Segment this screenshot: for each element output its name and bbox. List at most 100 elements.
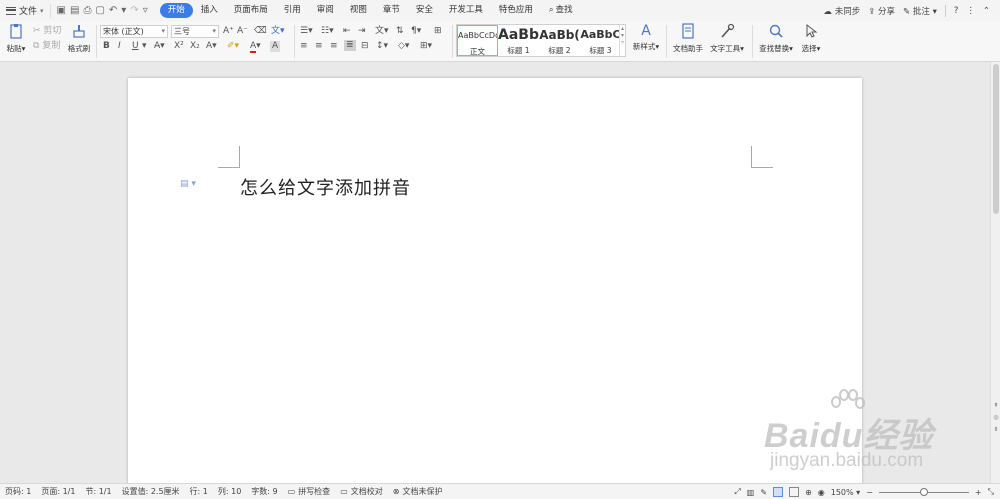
document-title-text[interactable]: 怎么给文字添加拼音	[240, 174, 411, 200]
highlight-icon[interactable]: ✐▾	[227, 41, 239, 52]
underline-button[interactable]: U	[132, 41, 139, 52]
zoom-value[interactable]: 150% ▾	[831, 488, 860, 497]
edit-mode-icon[interactable]: ✎	[760, 488, 767, 497]
status-section[interactable]: 节: 1/1	[80, 486, 116, 497]
doc-assistant-button[interactable]: 文档助手	[672, 23, 704, 54]
zoom-slider-knob[interactable]	[919, 487, 928, 496]
tab-special-apps[interactable]: 特色应用	[491, 3, 541, 18]
tab-developer[interactable]: 开发工具	[441, 3, 491, 18]
shrink-font-icon[interactable]: A⁻	[237, 26, 248, 37]
find-replace-button[interactable]: 查找替换▾	[758, 23, 794, 54]
zoom-out-button[interactable]: −	[866, 488, 873, 497]
scrollbar-thumb[interactable]	[993, 64, 999, 214]
file-menu[interactable]: 文件 ▾	[0, 0, 50, 21]
tab-section[interactable]: 章节	[375, 3, 408, 18]
increase-indent-icon[interactable]: ⇥	[358, 26, 366, 37]
superscript-icon[interactable]: X²	[174, 41, 184, 52]
comment-button[interactable]: ✎ 批注 ▾	[903, 5, 937, 17]
tab-page-layout[interactable]: 页面布局	[226, 3, 276, 18]
select-button[interactable]: 选择▾	[800, 23, 822, 54]
eye-protect-icon[interactable]: ◉	[818, 488, 825, 497]
subscript-icon[interactable]: X₂	[190, 41, 200, 52]
underline-dropdown-icon[interactable]: ▾	[142, 41, 147, 52]
decrease-indent-icon[interactable]: ⇤	[343, 26, 351, 37]
line-spacing-icon[interactable]: ↕▾	[376, 41, 388, 52]
align-left-icon[interactable]: ≡	[300, 41, 308, 52]
styles-scroll[interactable]: ▴ ▾ ▿	[619, 25, 625, 56]
table-icon[interactable]: ⊞	[434, 26, 442, 37]
tab-view[interactable]: 视图	[342, 3, 375, 18]
chinese-layout-icon[interactable]: 文▾	[375, 26, 389, 37]
justify-icon[interactable]: ≣	[344, 40, 356, 51]
strikethrough-icon[interactable]: A̶▾	[154, 41, 165, 52]
status-pages[interactable]: 页面: 1/1	[36, 486, 80, 497]
scroll-browse-icon[interactable]: ◎	[992, 414, 1000, 421]
save-icon[interactable]: ▣	[57, 5, 66, 17]
undo-icon[interactable]: ↶	[109, 5, 117, 17]
format-painter-button[interactable]: 格式刷	[65, 23, 93, 54]
read-mode-icon[interactable]: ▥	[747, 488, 755, 497]
style-heading-3[interactable]: AaBbC 标题 3	[580, 25, 621, 56]
grow-font-icon[interactable]: A⁺	[223, 26, 234, 37]
shading-icon[interactable]: ◇▾	[398, 41, 409, 52]
paragraph-handle-icon[interactable]: ▤ ▾	[180, 179, 196, 189]
new-style-button[interactable]: A 新样式▾	[632, 23, 660, 52]
cut-button[interactable]: ✂ 剪切	[33, 26, 61, 37]
italic-button[interactable]: I	[118, 41, 121, 52]
style-normal[interactable]: AaBbCcDd 正文	[457, 25, 498, 56]
fit-window-icon[interactable]: ⤡	[988, 487, 994, 497]
fullscreen-icon[interactable]: ⤢	[734, 487, 740, 497]
tab-references[interactable]: 引用	[276, 3, 309, 18]
spell-check-button[interactable]: ▭ 拼写检查	[283, 486, 336, 497]
help-icon[interactable]: ?	[954, 6, 959, 16]
tab-review[interactable]: 审阅	[309, 3, 342, 18]
zoom-slider[interactable]	[878, 487, 969, 496]
redo-icon[interactable]: ↷	[130, 5, 138, 17]
border-icon[interactable]: ⊞▾	[420, 41, 432, 52]
font-color-button[interactable]: A▾	[250, 41, 261, 53]
clear-format-icon[interactable]: ⌫	[254, 26, 267, 37]
zoom-in-button[interactable]: +	[975, 488, 982, 497]
customize-toolbar-icon[interactable]: ▿	[143, 5, 148, 17]
tab-home[interactable]: 开始	[159, 3, 193, 18]
vertical-scrollbar[interactable]: ⇞ ◎ ⇟	[990, 62, 1000, 483]
status-page-number[interactable]: 页码: 1	[0, 486, 36, 497]
copy-button[interactable]: ⧉ 复制	[33, 41, 60, 52]
bold-button[interactable]: B	[103, 41, 110, 52]
font-size-select[interactable]: 三号	[171, 25, 219, 38]
tab-security[interactable]: 安全	[408, 3, 441, 18]
status-word-count[interactable]: 字数: 9	[246, 486, 282, 497]
print-preview-icon[interactable]: ▢	[95, 5, 104, 17]
paste-button[interactable]: 粘贴▾	[5, 23, 27, 54]
text-tools-button[interactable]: 文字工具▾	[709, 23, 745, 54]
numbered-list-icon[interactable]: ☷▾	[321, 26, 334, 37]
style-heading-1[interactable]: AaBb 标题 1	[498, 25, 539, 56]
page-view-icon[interactable]	[773, 487, 784, 497]
undo-dropdown-icon[interactable]: ▾	[121, 5, 126, 17]
show-marks-icon[interactable]: ¶▾	[411, 26, 421, 37]
open-folder-icon[interactable]: ▤	[70, 5, 79, 17]
sync-button[interactable]: ☁ 未同步	[823, 5, 860, 17]
align-right-icon[interactable]: ≡	[330, 41, 338, 52]
scroll-next-page-icon[interactable]: ⇟	[992, 426, 1000, 433]
outline-view-icon[interactable]	[789, 487, 800, 497]
char-shading-icon[interactable]: A	[270, 41, 281, 52]
share-button[interactable]: ⇪ 分享	[868, 5, 895, 17]
web-view-icon[interactable]: ⊕	[805, 488, 812, 497]
search-tab[interactable]: ⌕ 查找	[541, 3, 581, 18]
pinyin-guide-icon[interactable]: 文▾	[271, 26, 285, 37]
align-center-icon[interactable]: ≡	[315, 41, 323, 52]
document-page[interactable]: ▤ ▾ 怎么给文字添加拼音	[128, 78, 862, 483]
font-name-select[interactable]: 宋体 (正文)	[100, 25, 168, 38]
text-effect-icon[interactable]: A▾	[206, 41, 217, 52]
doc-protect-button[interactable]: ⊗ 文档未保护	[388, 486, 448, 497]
bullet-list-icon[interactable]: ☰▾	[300, 26, 313, 37]
doc-proof-button[interactable]: ▭ 文档校对	[335, 486, 388, 497]
status-setting-value[interactable]: 设置值: 2.5厘米	[117, 486, 185, 497]
tab-insert[interactable]: 插入	[193, 3, 226, 18]
style-heading-2[interactable]: AaBb( 标题 2	[539, 25, 580, 56]
distributed-icon[interactable]: ⊟	[361, 41, 369, 52]
sort-icon[interactable]: ⇅	[396, 26, 404, 37]
scroll-prev-page-icon[interactable]: ⇞	[992, 402, 1000, 409]
print-icon[interactable]: ⎙	[83, 5, 91, 17]
